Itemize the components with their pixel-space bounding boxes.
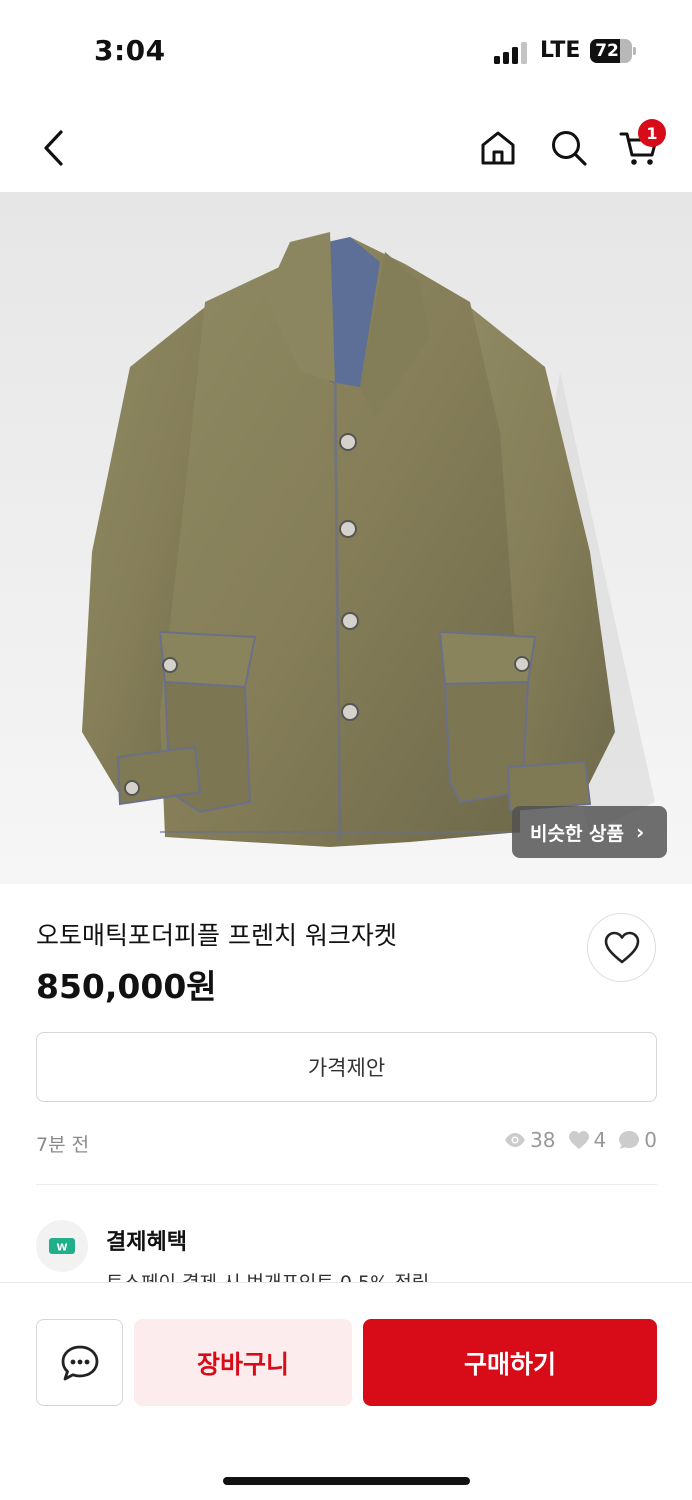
product-image[interactable]: [0, 192, 692, 884]
chat-bubble-icon: [619, 1131, 640, 1149]
like-button[interactable]: [587, 913, 656, 982]
benefit-title: 결제혜택: [106, 1230, 187, 1255]
chat-count-value: 0: [644, 1128, 657, 1152]
network-label: LTE: [540, 38, 581, 63]
home-icon: [481, 131, 515, 165]
search-icon: [552, 131, 587, 166]
similar-products-button[interactable]: 비슷한 상품 ›: [512, 806, 667, 858]
price-offer-button[interactable]: 가격제안: [36, 1032, 657, 1102]
similar-products-label: 비슷한 상품: [530, 822, 625, 845]
status-bar: 3:04 LTE 72: [0, 0, 692, 100]
jacket-image: [82, 232, 655, 847]
chat-icon: [61, 1345, 98, 1380]
product-title: 오토매틱포더피플 프렌치 워크자켓: [36, 921, 397, 950]
product-price: 850,000원: [36, 967, 217, 1006]
add-to-cart-button[interactable]: 장바구니: [134, 1319, 352, 1406]
status-time: 3:04: [94, 34, 166, 67]
battery-tip: [633, 47, 636, 55]
svg-text:W: W: [56, 1243, 67, 1254]
heart-icon: [604, 931, 639, 963]
eye-icon: [505, 1133, 526, 1147]
battery-percent: 72: [595, 41, 619, 61]
wallet-icon: W: [49, 1238, 75, 1254]
pay-benefit-icon: W: [36, 1220, 88, 1272]
back-button[interactable]: [28, 122, 80, 174]
stats: 38 4 0: [496, 1128, 657, 1152]
view-count-value: 38: [530, 1128, 556, 1152]
posted-time: 7분 전: [36, 1134, 90, 1156]
buy-button[interactable]: 구매하기: [363, 1319, 657, 1406]
back-icon: [44, 130, 63, 166]
search-button[interactable]: [543, 122, 595, 174]
heart-small-icon: [568, 1131, 589, 1149]
benefit-description-text: 토스페이 결제 시 번개포인트 0.5% 적립: [106, 1272, 429, 1282]
divider: [36, 1184, 657, 1185]
view-count: 38: [504, 1128, 556, 1152]
signal-icon: [494, 42, 528, 64]
home-button[interactable]: [472, 122, 524, 174]
chevron-right-icon: ›: [636, 820, 645, 844]
chat-count: 0: [618, 1128, 657, 1152]
benefit-description: 토스페이 결제 시 번개포인트 0.5% 적립: [106, 1270, 429, 1282]
home-indicator: [223, 1477, 470, 1485]
chat-button[interactable]: [36, 1319, 123, 1406]
battery-icon: 72: [590, 39, 632, 63]
cart-badge: 1: [638, 119, 666, 147]
like-count-value: 4: [593, 1128, 607, 1152]
meta-row: 7분 전 38 4 0: [36, 1128, 657, 1158]
like-count: 4: [568, 1128, 607, 1152]
